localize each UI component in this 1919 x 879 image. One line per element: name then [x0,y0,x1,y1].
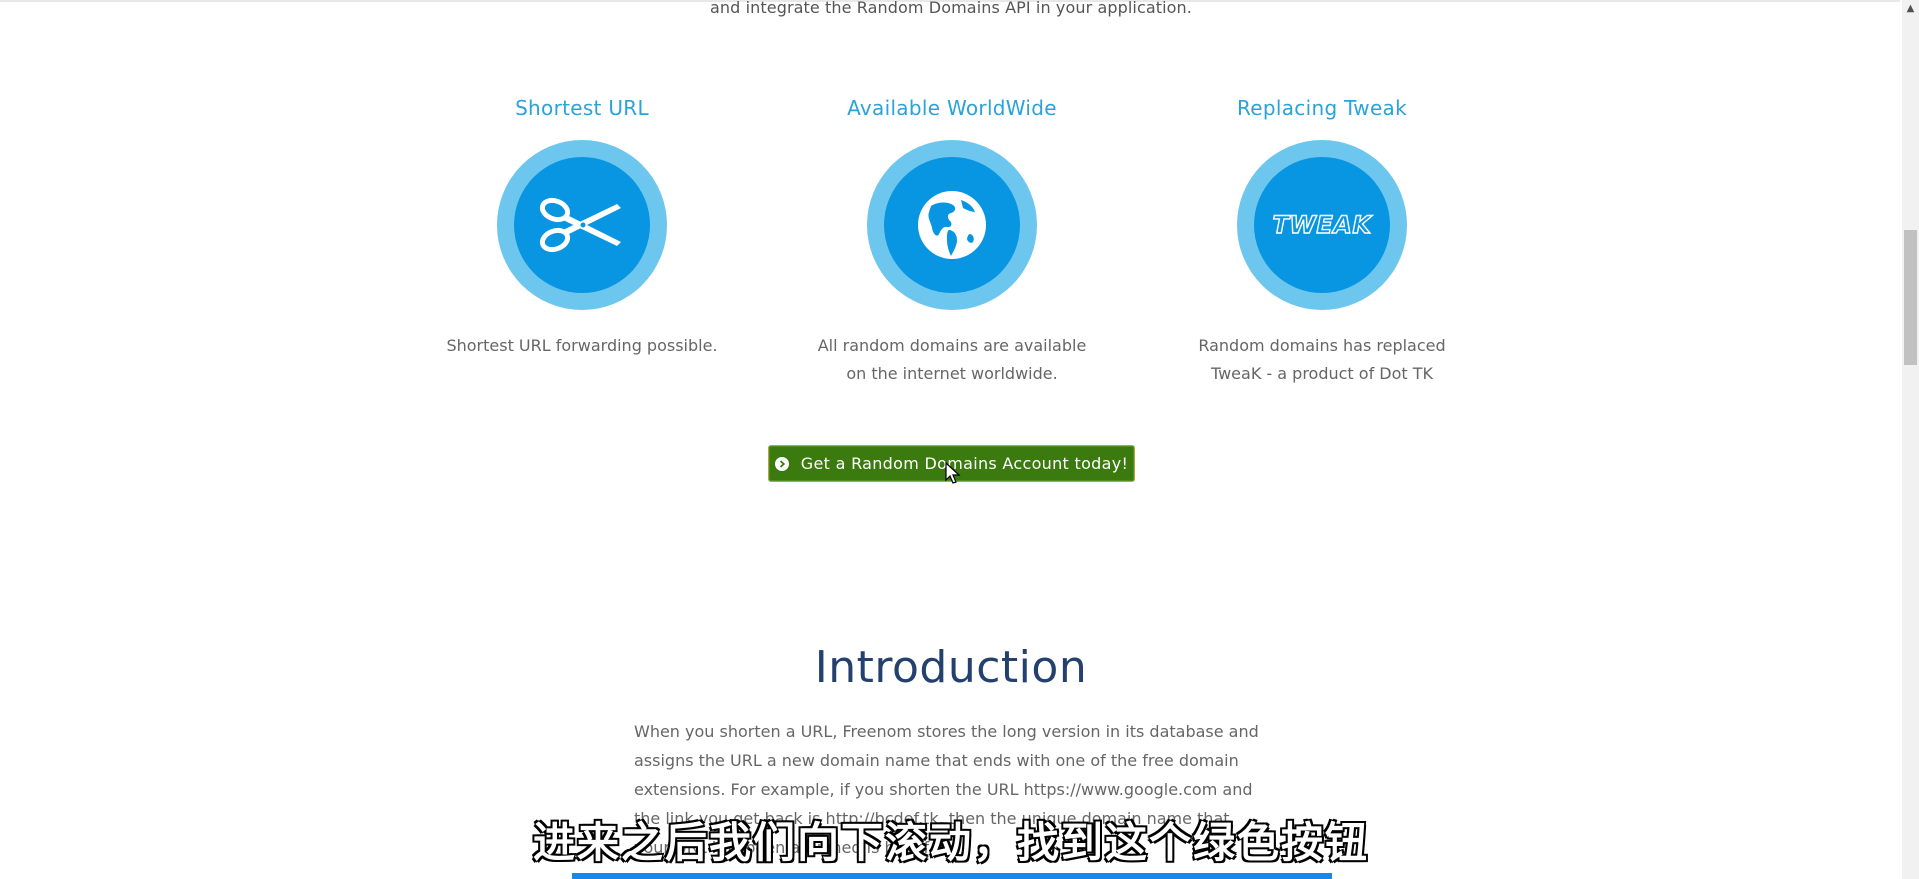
video-subtitle: 进来之后我们向下滚动，找到这个绿色按钮 [532,817,1369,868]
feature-description: Shortest URL forwarding possible. [446,336,718,355]
tweak-logo: TWEAK [1254,157,1390,293]
feature-description: All random domains are available on the … [817,336,1087,383]
feature-title: Shortest URL [515,96,649,120]
vertical-scrollbar[interactable]: ▲ [1902,0,1919,879]
intro-tail-text: and integrate the Random Domains API in … [710,0,1192,17]
feature-icon-circle: TWEAK [1237,140,1407,310]
feature-replacing-tweak: Replacing Tweak TWEAK Random domains has… [1152,94,1492,388]
feature-shortest-url: Shortest URL Shortest URL forwarding pos… [412,94,752,360]
tweak-logo-text: TWEAK [1272,210,1372,239]
feature-title: Replacing Tweak [1237,96,1407,120]
introduction-heading: Introduction [814,642,1088,693]
scissors-icon [514,157,650,293]
get-account-button-label: Get a Random Domains Account today! [800,454,1129,473]
page: and integrate the Random Domains API in … [0,0,1919,879]
feature-available-worldwide: Available WorldWide All random domains a… [782,94,1122,388]
feature-icon-circle [497,140,667,310]
feature-description: Random domains has replaced TweaK - a pr… [1198,336,1446,383]
mouse-cursor-icon [945,461,961,486]
progress-bar [572,873,1332,879]
chevron-circle-right-icon [774,456,789,471]
feature-icon-circle [867,140,1037,310]
scrollbar-thumb[interactable] [1904,230,1917,365]
globe-icon [884,157,1020,293]
scroll-up-arrow-icon[interactable]: ▲ [1902,0,1919,17]
feature-title: Available WorldWide [847,96,1057,120]
